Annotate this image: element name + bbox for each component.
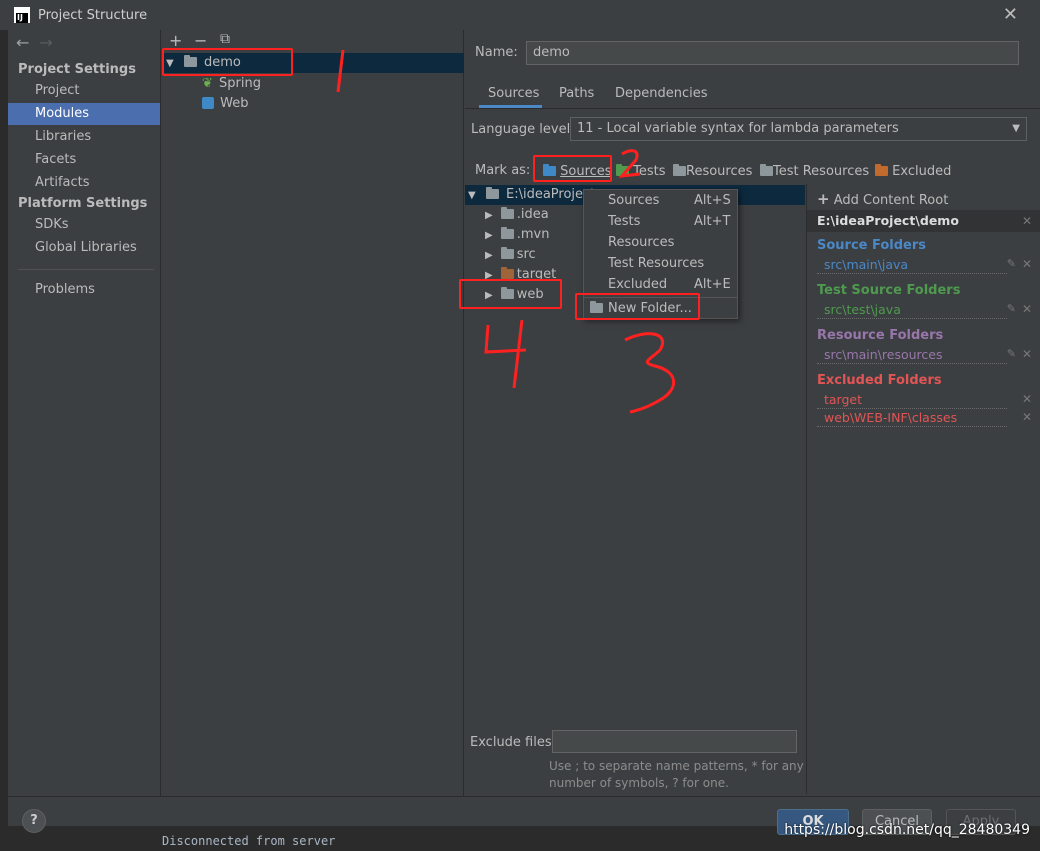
handwritten-3 (624, 332, 676, 414)
project-structure-window: Disconnected from server IJ Project Stru… (0, 0, 1040, 851)
handwritten-4 (484, 319, 527, 389)
handwritten-1 (336, 49, 345, 93)
handwritten-2 (618, 149, 641, 178)
watermark: https://blog.csdn.net/qq_28480349 (784, 822, 1030, 838)
handwritten-annotations (336, 49, 676, 414)
